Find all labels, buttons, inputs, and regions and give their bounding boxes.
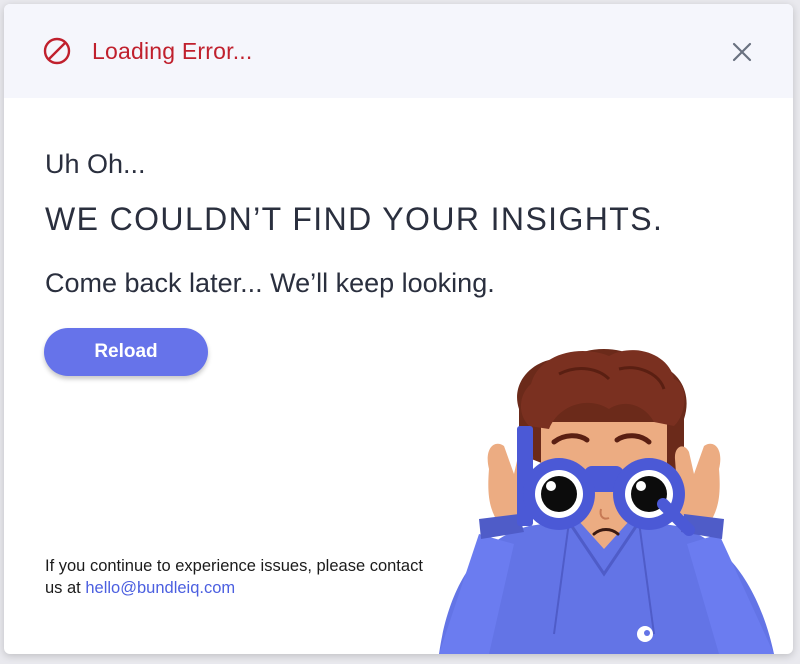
contact-email-link[interactable]: hello@bundleiq.com: [85, 579, 235, 597]
dialog-title: Loading Error...: [92, 38, 253, 64]
contact-message: If you continue to experience issues, pl…: [45, 555, 435, 599]
dialog-header: Loading Error...: [4, 4, 793, 98]
error-headline: WE COULDN’T FIND YOUR INSIGHTS.: [45, 201, 664, 237]
close-icon[interactable]: [730, 40, 754, 64]
error-dialog: Loading Error... Uh Oh... WE COULDN’T FI…: [4, 4, 793, 654]
person-with-binoculars-illustration: [439, 348, 774, 654]
reload-button[interactable]: Reload: [44, 328, 208, 376]
error-subtext: Come back later... We’ll keep looking.: [45, 268, 495, 298]
error-greeting: Uh Oh...: [45, 149, 146, 179]
prohibited-icon: [43, 37, 71, 65]
